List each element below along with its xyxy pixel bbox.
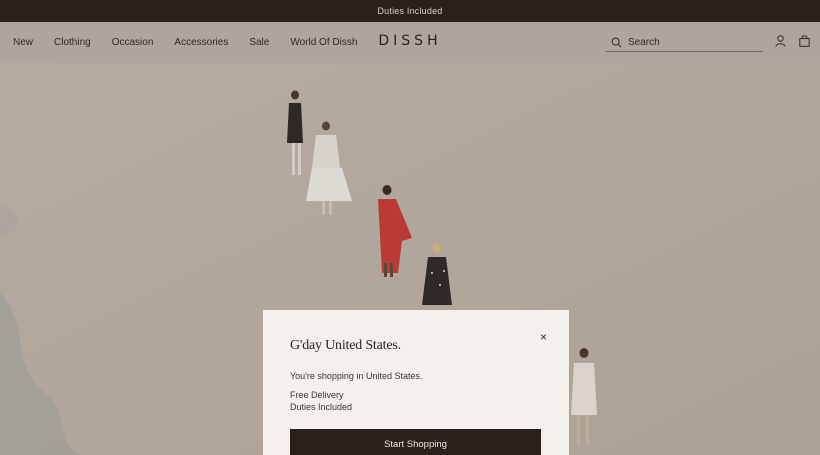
country-modal: × G'day United States. You're shopping i… — [263, 310, 569, 455]
start-shopping-button[interactable]: Start Shopping — [290, 429, 541, 455]
nav-accessories[interactable]: Accessories — [174, 37, 228, 48]
main-nav: New Clothing Occasion Accessories Sale W… — [13, 37, 378, 48]
duties-included-text: Duties Included — [290, 402, 353, 412]
announcement-bar: Duties Included — [0, 0, 820, 22]
bag-icon[interactable] — [799, 35, 810, 47]
nav-new[interactable]: New — [13, 37, 33, 48]
nav-occasion[interactable]: Occasion — [112, 37, 154, 48]
site-header: New Clothing Occasion Accessories Sale W… — [0, 22, 820, 63]
free-delivery-text: Free Delivery — [290, 390, 344, 400]
nav-world-of-dissh[interactable]: World Of Dissh — [290, 37, 357, 48]
search-input[interactable] — [628, 37, 748, 48]
announcement-text: Duties Included — [377, 6, 443, 16]
shopping-location-text: You're shopping in United States. — [290, 371, 423, 381]
brand-logo[interactable]: DISSH — [378, 33, 441, 49]
search-icon — [611, 37, 622, 48]
nav-clothing[interactable]: Clothing — [54, 37, 91, 48]
user-icon[interactable] — [775, 35, 786, 47]
search-bar[interactable] — [606, 34, 763, 52]
modal-title: G'day United States. — [290, 338, 401, 353]
close-icon[interactable]: × — [540, 330, 547, 344]
nav-sale[interactable]: Sale — [249, 37, 269, 48]
